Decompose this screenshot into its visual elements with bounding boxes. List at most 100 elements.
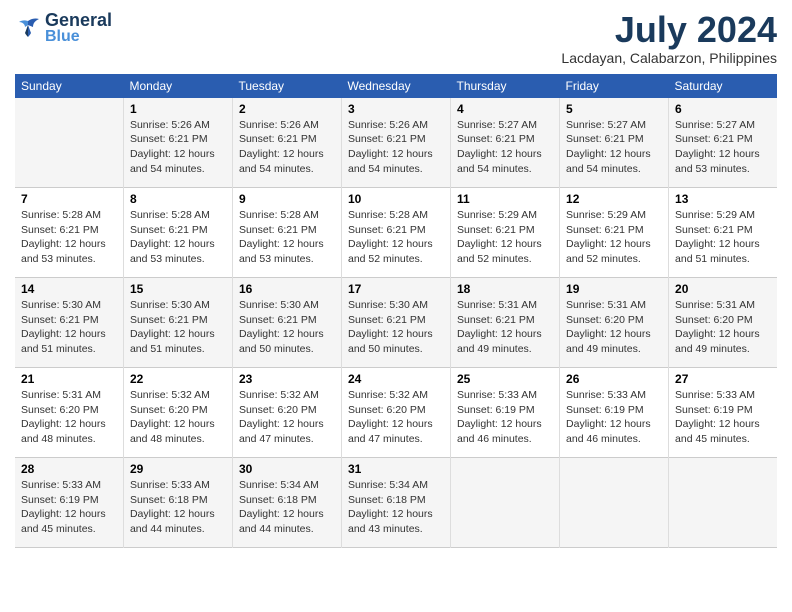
day-number: 25 [457,372,553,386]
day-info: Sunrise: 5:28 AM Sunset: 6:21 PM Dayligh… [130,208,226,267]
day-info: Sunrise: 5:27 AM Sunset: 6:21 PM Dayligh… [675,118,771,177]
calendar-cell: 7 Sunrise: 5:28 AM Sunset: 6:21 PM Daylig… [15,188,123,278]
calendar-header: SundayMondayTuesdayWednesdayThursdayFrid… [15,74,777,98]
day-info: Sunrise: 5:34 AM Sunset: 6:18 PM Dayligh… [239,478,335,537]
calendar-cell: 25 Sunrise: 5:33 AM Sunset: 6:19 PM Dayli… [451,368,560,458]
calendar-cell: 5 Sunrise: 5:27 AM Sunset: 6:21 PM Daylig… [560,98,669,188]
calendar-cell: 28Sunrise: 5:33 AM Sunset: 6:19 PM Dayli… [15,458,123,548]
calendar-cell: 11 Sunrise: 5:29 AM Sunset: 6:21 PM Dayli… [451,188,560,278]
calendar-cell: 13 Sunrise: 5:29 AM Sunset: 6:21 PM Dayli… [669,188,777,278]
day-number: 5 [566,102,662,116]
day-info: Sunrise: 5:30 AM Sunset: 6:21 PM Dayligh… [21,298,117,357]
calendar-cell: 24Sunrise: 5:32 AM Sunset: 6:20 PM Dayli… [341,368,450,458]
day-number: 1 [130,102,226,116]
day-number: 23 [239,372,335,386]
day-number: 19 [566,282,662,296]
day-number: 8 [130,192,226,206]
calendar-cell: 30Sunrise: 5:34 AM Sunset: 6:18 PM Dayli… [232,458,341,548]
day-number: 16 [239,282,335,296]
page-header: General Blue July 2024 Lacdayan, Calabar… [15,10,777,66]
header-day-sunday: Sunday [15,74,123,98]
header-day-friday: Friday [560,74,669,98]
calendar-cell: 8 Sunrise: 5:28 AM Sunset: 6:21 PM Daylig… [123,188,232,278]
calendar-cell: 17Sunrise: 5:30 AM Sunset: 6:21 PM Dayli… [341,278,450,368]
header-day-saturday: Saturday [669,74,777,98]
day-info: Sunrise: 5:29 AM Sunset: 6:21 PM Dayligh… [457,208,553,267]
calendar-cell [560,458,669,548]
header-day-monday: Monday [123,74,232,98]
calendar-cell: 12 Sunrise: 5:29 AM Sunset: 6:21 PM Dayli… [560,188,669,278]
day-info: Sunrise: 5:31 AM Sunset: 6:20 PM Dayligh… [566,298,662,357]
day-number: 6 [675,102,771,116]
day-number: 12 [566,192,662,206]
calendar-cell [451,458,560,548]
day-info: Sunrise: 5:33 AM Sunset: 6:19 PM Dayligh… [566,388,662,447]
day-number: 7 [21,192,117,206]
header-row: SundayMondayTuesdayWednesdayThursdayFrid… [15,74,777,98]
calendar-cell: 18Sunrise: 5:31 AM Sunset: 6:21 PM Dayli… [451,278,560,368]
header-day-tuesday: Tuesday [232,74,341,98]
day-info: Sunrise: 5:31 AM Sunset: 6:20 PM Dayligh… [675,298,771,357]
week-row-3: 14 Sunrise: 5:30 AM Sunset: 6:21 PM Dayli… [15,278,777,368]
day-number: 9 [239,192,335,206]
day-number: 15 [130,282,226,296]
day-info: Sunrise: 5:29 AM Sunset: 6:21 PM Dayligh… [675,208,771,267]
calendar-body: 1 Sunrise: 5:26 AM Sunset: 6:21 PM Daylig… [15,98,777,548]
logo-bird-icon [15,17,41,39]
day-info: Sunrise: 5:27 AM Sunset: 6:21 PM Dayligh… [566,118,662,177]
calendar-cell: 29 Sunrise: 5:33 AM Sunset: 6:18 PM Dayli… [123,458,232,548]
calendar-table: SundayMondayTuesdayWednesdayThursdayFrid… [15,74,777,549]
header-day-thursday: Thursday [451,74,560,98]
day-number: 14 [21,282,117,296]
day-info: Sunrise: 5:33 AM Sunset: 6:19 PM Dayligh… [457,388,553,447]
day-number: 11 [457,192,553,206]
day-number: 31 [348,462,444,476]
day-info: Sunrise: 5:30 AM Sunset: 6:21 PM Dayligh… [239,298,335,357]
calendar-cell [669,458,777,548]
day-info: Sunrise: 5:32 AM Sunset: 6:20 PM Dayligh… [239,388,335,447]
day-number: 10 [348,192,444,206]
calendar-cell: 27Sunrise: 5:33 AM Sunset: 6:19 PM Dayli… [669,368,777,458]
calendar-cell [15,98,123,188]
day-info: Sunrise: 5:31 AM Sunset: 6:20 PM Dayligh… [21,388,117,447]
day-info: Sunrise: 5:33 AM Sunset: 6:18 PM Dayligh… [130,478,226,537]
calendar-cell: 21Sunrise: 5:31 AM Sunset: 6:20 PM Dayli… [15,368,123,458]
day-info: Sunrise: 5:32 AM Sunset: 6:20 PM Dayligh… [130,388,226,447]
calendar-cell: 15Sunrise: 5:30 AM Sunset: 6:21 PM Dayli… [123,278,232,368]
day-info: Sunrise: 5:33 AM Sunset: 6:19 PM Dayligh… [21,478,117,537]
day-info: Sunrise: 5:32 AM Sunset: 6:20 PM Dayligh… [348,388,444,447]
day-info: Sunrise: 5:28 AM Sunset: 6:21 PM Dayligh… [239,208,335,267]
day-number: 29 [130,462,226,476]
header-day-wednesday: Wednesday [341,74,450,98]
day-number: 22 [130,372,226,386]
week-row-1: 1 Sunrise: 5:26 AM Sunset: 6:21 PM Daylig… [15,98,777,188]
calendar-cell: 14 Sunrise: 5:30 AM Sunset: 6:21 PM Dayli… [15,278,123,368]
day-info: Sunrise: 5:26 AM Sunset: 6:21 PM Dayligh… [130,118,226,177]
logo: General Blue [15,10,112,46]
calendar-cell: 9 Sunrise: 5:28 AM Sunset: 6:21 PM Daylig… [232,188,341,278]
day-number: 13 [675,192,771,206]
calendar-cell: 1 Sunrise: 5:26 AM Sunset: 6:21 PM Daylig… [123,98,232,188]
day-number: 26 [566,372,662,386]
week-row-2: 7 Sunrise: 5:28 AM Sunset: 6:21 PM Daylig… [15,188,777,278]
calendar-cell: 26 Sunrise: 5:33 AM Sunset: 6:19 PM Dayli… [560,368,669,458]
calendar-cell: 23 Sunrise: 5:32 AM Sunset: 6:20 PM Dayli… [232,368,341,458]
day-info: Sunrise: 5:27 AM Sunset: 6:21 PM Dayligh… [457,118,553,177]
day-number: 18 [457,282,553,296]
day-number: 17 [348,282,444,296]
calendar-cell: 4 Sunrise: 5:27 AM Sunset: 6:21 PM Daylig… [451,98,560,188]
calendar-cell: 22 Sunrise: 5:32 AM Sunset: 6:20 PM Dayli… [123,368,232,458]
day-number: 2 [239,102,335,116]
day-info: Sunrise: 5:28 AM Sunset: 6:21 PM Dayligh… [21,208,117,267]
location-subtitle: Lacdayan, Calabarzon, Philippines [561,50,777,66]
day-number: 20 [675,282,771,296]
day-info: Sunrise: 5:29 AM Sunset: 6:21 PM Dayligh… [566,208,662,267]
day-number: 3 [348,102,444,116]
calendar-cell: 31Sunrise: 5:34 AM Sunset: 6:18 PM Dayli… [341,458,450,548]
week-row-5: 28Sunrise: 5:33 AM Sunset: 6:19 PM Dayli… [15,458,777,548]
day-number: 4 [457,102,553,116]
week-row-4: 21Sunrise: 5:31 AM Sunset: 6:20 PM Dayli… [15,368,777,458]
calendar-cell: 19 Sunrise: 5:31 AM Sunset: 6:20 PM Dayli… [560,278,669,368]
calendar-cell: 2Sunrise: 5:26 AM Sunset: 6:21 PM Daylig… [232,98,341,188]
title-section: July 2024 Lacdayan, Calabarzon, Philippi… [561,10,777,66]
